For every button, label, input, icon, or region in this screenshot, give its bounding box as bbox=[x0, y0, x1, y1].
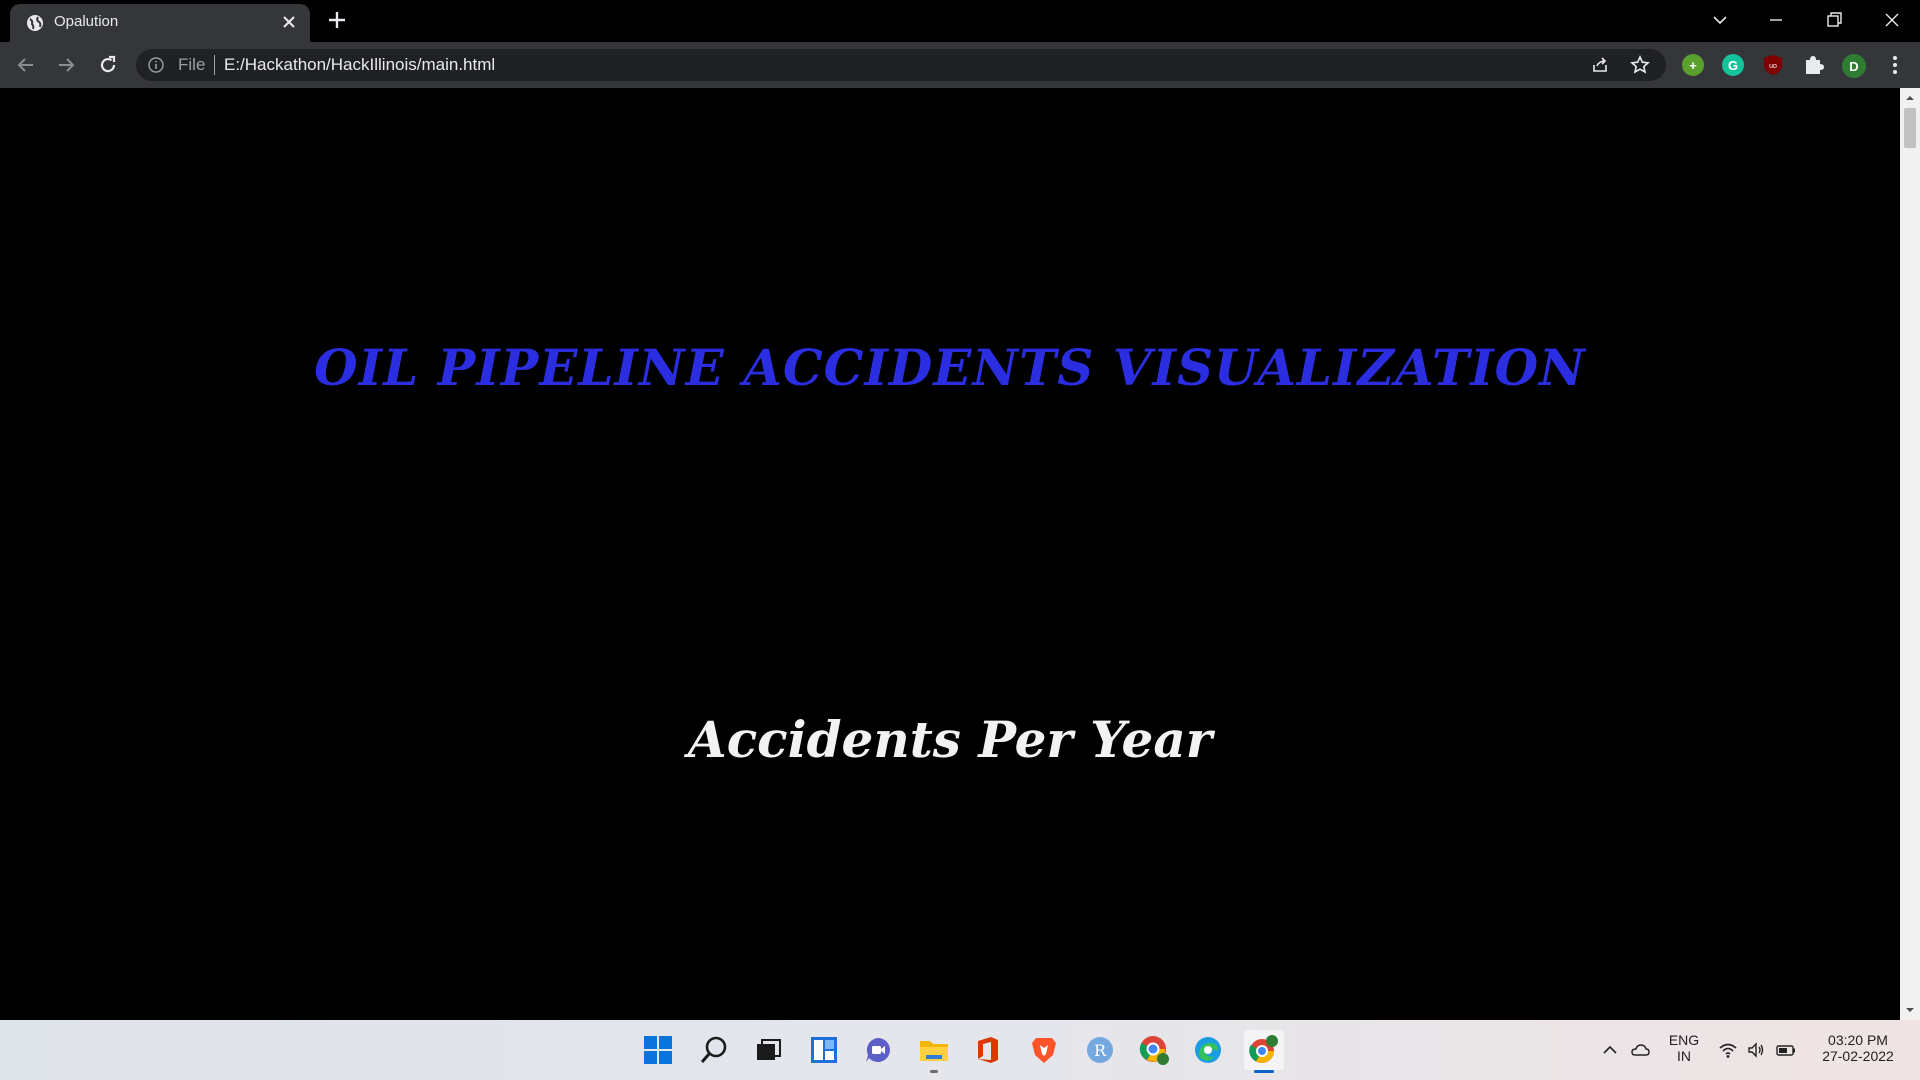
bookmark-star-icon[interactable] bbox=[1630, 55, 1650, 75]
svg-text:R: R bbox=[1094, 1041, 1107, 1060]
address-bar[interactable]: File E:/Hackathon/HackIllinois/main.html bbox=[136, 49, 1666, 81]
minimize-icon[interactable] bbox=[1764, 8, 1788, 32]
tab-strip: Opalution bbox=[0, 0, 1920, 42]
divider bbox=[214, 55, 215, 75]
clock-time: 03:20 PM bbox=[1828, 1032, 1888, 1048]
chrome-icon[interactable] bbox=[1244, 1030, 1284, 1070]
task-view-icon[interactable] bbox=[748, 1030, 788, 1070]
info-icon[interactable] bbox=[148, 57, 164, 73]
extensions-puzzle-icon[interactable] bbox=[1802, 54, 1824, 76]
scheme-label: File bbox=[178, 55, 206, 74]
edge-icon[interactable] bbox=[1188, 1030, 1228, 1070]
language-code: ENG bbox=[1668, 1032, 1700, 1048]
clock-date: 27-02-2022 bbox=[1822, 1048, 1894, 1064]
chevron-up-icon[interactable] bbox=[1600, 1040, 1620, 1060]
kebab-menu-icon[interactable] bbox=[1884, 54, 1906, 76]
close-icon[interactable] bbox=[280, 13, 298, 31]
reload-icon[interactable] bbox=[96, 53, 120, 77]
region-code: IN bbox=[1677, 1048, 1691, 1064]
running-indicator bbox=[930, 1070, 938, 1073]
scroll-up-icon[interactable] bbox=[1904, 92, 1916, 104]
wifi-icon[interactable] bbox=[1718, 1040, 1738, 1060]
svg-text:uo: uo bbox=[1769, 63, 1777, 70]
taskbar: R ENG IN 03:20 PM 27-02-2022 bbox=[0, 1020, 1920, 1080]
forward-arrow-icon[interactable] bbox=[54, 53, 78, 77]
page-title: OIL PIPELINE ACCIDENTS VISUALIZATION bbox=[314, 338, 1586, 397]
onedrive-cloud-icon[interactable] bbox=[1630, 1040, 1650, 1060]
scroll-thumb[interactable] bbox=[1904, 108, 1916, 148]
scroll-down-icon[interactable] bbox=[1904, 1004, 1916, 1016]
browser-toolbar: File E:/Hackathon/HackIllinois/main.html… bbox=[0, 42, 1920, 88]
profile-avatar[interactable]: D bbox=[1842, 54, 1866, 78]
language-indicator[interactable]: ENG IN bbox=[1664, 1032, 1704, 1064]
close-window-icon[interactable] bbox=[1880, 8, 1904, 32]
tab-title: Opalution bbox=[54, 13, 119, 30]
active-indicator bbox=[1254, 1070, 1274, 1073]
brave-browser-icon[interactable] bbox=[1024, 1030, 1064, 1070]
widgets-icon[interactable] bbox=[804, 1030, 844, 1070]
share-icon[interactable] bbox=[1590, 55, 1610, 75]
chrome-profile-icon[interactable] bbox=[1134, 1030, 1174, 1070]
file-explorer-icon[interactable] bbox=[914, 1030, 954, 1070]
page-viewport: OIL PIPELINE ACCIDENTS VISUALIZATION Acc… bbox=[0, 88, 1900, 1020]
chat-icon[interactable] bbox=[858, 1030, 898, 1070]
back-arrow-icon[interactable] bbox=[14, 53, 38, 77]
office-icon[interactable] bbox=[968, 1030, 1008, 1070]
volume-icon[interactable] bbox=[1746, 1040, 1766, 1060]
section-title: Accidents Per Year bbox=[687, 710, 1213, 769]
start-icon[interactable] bbox=[638, 1030, 678, 1070]
url-text[interactable]: E:/Hackathon/HackIllinois/main.html bbox=[224, 55, 495, 75]
tab-search-chevron-icon[interactable] bbox=[1708, 8, 1732, 32]
vertical-scrollbar[interactable] bbox=[1900, 88, 1920, 1020]
clock[interactable]: 03:20 PM 27-02-2022 bbox=[1810, 1032, 1906, 1064]
ublock-shield-icon[interactable]: uo bbox=[1762, 54, 1784, 76]
battery-icon[interactable] bbox=[1776, 1040, 1796, 1060]
grammarly-icon[interactable]: G bbox=[1722, 54, 1744, 76]
search-icon[interactable] bbox=[694, 1030, 734, 1070]
plus-extension-icon[interactable]: + bbox=[1682, 54, 1704, 76]
r-app-icon[interactable]: R bbox=[1080, 1030, 1120, 1070]
globe-icon bbox=[27, 15, 43, 31]
new-tab-icon[interactable] bbox=[326, 9, 348, 31]
browser-tab[interactable]: Opalution bbox=[10, 4, 310, 42]
restore-icon[interactable] bbox=[1822, 8, 1846, 32]
